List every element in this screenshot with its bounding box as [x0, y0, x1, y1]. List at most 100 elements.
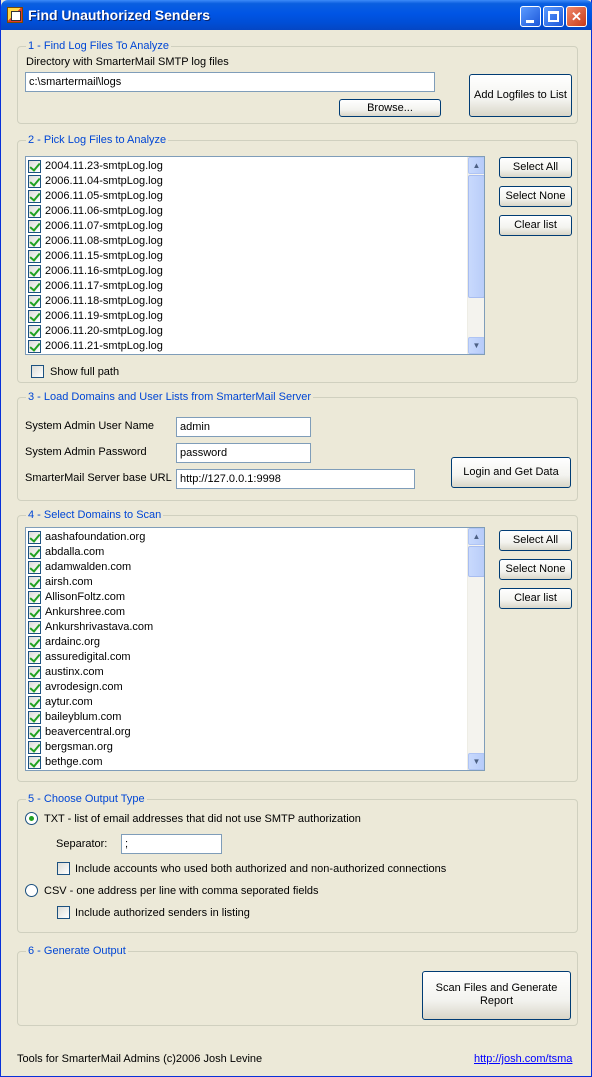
log-file-item-label: 2006.11.15-smtpLog.log [45, 250, 163, 262]
admin-password-input[interactable] [176, 443, 311, 463]
domain-item-checkbox[interactable] [28, 621, 41, 634]
domain-item-checkbox[interactable] [28, 756, 41, 769]
txt-output-label: TXT - list of email addresses that did n… [44, 813, 361, 825]
log-file-item-checkbox[interactable] [28, 340, 41, 353]
close-icon: ✕ [571, 9, 582, 24]
log-file-item-checkbox[interactable] [28, 220, 41, 233]
domain-item-checkbox[interactable] [28, 696, 41, 709]
scroll-up-arrow[interactable]: ▲ [468, 157, 484, 174]
include-authorized-checkbox[interactable] [57, 906, 70, 919]
domain-item-label: aytur.com [45, 696, 93, 708]
domains-select-none-button[interactable]: Select None [499, 559, 572, 580]
maximize-button[interactable] [543, 6, 564, 27]
csv-output-label: CSV - one address per line with comma se… [44, 885, 319, 897]
admin-username-input[interactable] [176, 417, 311, 437]
domain-item-label: beavercentral.org [45, 726, 131, 738]
admin-username-label: System Admin User Name [25, 420, 154, 432]
server-url-label: SmarterMail Server base URL [25, 472, 172, 484]
log-file-item-checkbox[interactable] [28, 175, 41, 188]
log-file-item-checkbox[interactable] [28, 295, 41, 308]
csv-output-radio[interactable] [25, 884, 38, 897]
log-file-item-label: 2006.11.17-smtpLog.log [45, 280, 163, 292]
log-file-item-checkbox[interactable] [28, 235, 41, 248]
log-file-item-checkbox[interactable] [28, 205, 41, 218]
domain-item-checkbox[interactable] [28, 741, 41, 754]
footer-link[interactable]: http://josh.com/tsma [474, 1053, 572, 1066]
log-file-item-label: 2006.11.21-smtpLog.log [45, 340, 163, 352]
log-file-item-label: 2006.11.06-smtpLog.log [45, 205, 163, 217]
domain-item-label: avrodesign.com [45, 681, 123, 693]
scroll-up-arrow[interactable]: ▲ [468, 528, 484, 545]
log-file-item-label: 2006.11.04-smtpLog.log [45, 175, 163, 187]
include-both-checkbox[interactable] [57, 862, 70, 875]
log-file-item-checkbox[interactable] [28, 325, 41, 338]
close-button[interactable]: ✕ [566, 6, 587, 27]
domains-select-all-button[interactable]: Select All [499, 530, 572, 551]
group-title-1: 1 - Find Log Files To Analyze [26, 40, 172, 53]
scan-generate-report-button[interactable]: Scan Files and Generate Report [422, 971, 571, 1020]
scroll-thumb[interactable] [468, 546, 484, 577]
group-title-3: 3 - Load Domains and User Lists from Sma… [26, 391, 314, 404]
domain-item-label: Ankurshrivastava.com [45, 621, 154, 633]
domain-item-checkbox[interactable] [28, 636, 41, 649]
group-title-4: 4 - Select Domains to Scan [26, 509, 164, 522]
domain-item-label: aashafoundation.org [45, 531, 146, 543]
scroll-down-arrow[interactable]: ▼ [468, 753, 484, 770]
domain-item-checkbox[interactable] [28, 651, 41, 664]
log-files-scrollbar[interactable]: ▲ ▼ [467, 157, 484, 354]
domain-item-checkbox[interactable] [28, 591, 41, 604]
log-file-item-checkbox[interactable] [28, 160, 41, 173]
domain-item-label: ardainc.org [45, 636, 101, 648]
browse-button[interactable]: Browse... [339, 99, 441, 117]
window-title: Find Unauthorized Senders [28, 7, 211, 23]
log-file-item-checkbox[interactable] [28, 250, 41, 263]
domain-item-label: austinx.com [45, 666, 104, 678]
domain-item-checkbox[interactable] [28, 726, 41, 739]
show-full-path-checkbox[interactable] [31, 365, 44, 378]
add-logfiles-button[interactable]: Add Logfiles to List [469, 74, 572, 117]
domain-item-checkbox[interactable] [28, 711, 41, 724]
footer-credit: Tools for SmarterMail Admins (c)2006 Jos… [17, 1053, 263, 1065]
group-title-5: 5 - Choose Output Type [26, 793, 147, 806]
title-bar[interactable]: Find Unauthorized Senders ✕ [1, 0, 592, 30]
log-file-item-checkbox[interactable] [28, 310, 41, 323]
domain-item-label: Ankurshree.com [45, 606, 126, 618]
files-clear-list-button[interactable]: Clear list [499, 215, 572, 236]
log-file-item-checkbox[interactable] [28, 190, 41, 203]
include-authorized-label: Include authorized senders in listing [75, 907, 250, 919]
domains-list[interactable]: ▲ ▼ aashafoundation.org abdalla.com adamwa… [25, 527, 485, 771]
login-get-data-button[interactable]: Login and Get Data [451, 457, 571, 488]
log-file-item-label: 2006.11.07-smtpLog.log [45, 220, 163, 232]
domain-item-checkbox[interactable] [28, 576, 41, 589]
log-file-item-checkbox[interactable] [28, 280, 41, 293]
minimize-icon [526, 20, 534, 23]
minimize-button[interactable] [520, 6, 541, 27]
domains-scrollbar[interactable]: ▲ ▼ [467, 528, 484, 770]
domain-item-checkbox[interactable] [28, 681, 41, 694]
log-file-item-label: 2006.11.16-smtpLog.log [45, 265, 163, 277]
domain-item-checkbox[interactable] [28, 531, 41, 544]
include-both-label: Include accounts who used both authorize… [75, 863, 447, 875]
txt-output-radio[interactable] [25, 812, 38, 825]
server-url-input[interactable] [176, 469, 415, 489]
log-file-item-label: 2006.11.20-smtpLog.log [45, 325, 163, 337]
separator-label: Separator: [56, 838, 108, 850]
log-file-item-checkbox[interactable] [28, 265, 41, 278]
log-file-item-label: 2006.11.05-smtpLog.log [45, 190, 163, 202]
files-select-all-button[interactable]: Select All [499, 157, 572, 178]
main-window: Find Unauthorized Senders ✕ 1 - Find Log… [0, 0, 592, 1077]
separator-input[interactable] [121, 834, 222, 854]
domain-item-checkbox[interactable] [28, 561, 41, 574]
log-directory-input[interactable] [25, 72, 435, 92]
log-directory-label: Directory with SmarterMail SMTP log file… [26, 56, 229, 68]
log-files-list[interactable]: ▲ ▼ 2004.11.23-smtpLog.log 2006.11.04-smt… [25, 156, 485, 355]
files-select-none-button[interactable]: Select None [499, 186, 572, 207]
domain-item-checkbox[interactable] [28, 546, 41, 559]
scroll-thumb[interactable] [468, 175, 484, 298]
scroll-down-arrow[interactable]: ▼ [468, 337, 484, 354]
domain-item-checkbox[interactable] [28, 666, 41, 679]
domain-item-label: bergsman.org [45, 741, 113, 753]
group-title-6: 6 - Generate Output [26, 945, 128, 958]
domains-clear-list-button[interactable]: Clear list [499, 588, 572, 609]
domain-item-checkbox[interactable] [28, 606, 41, 619]
